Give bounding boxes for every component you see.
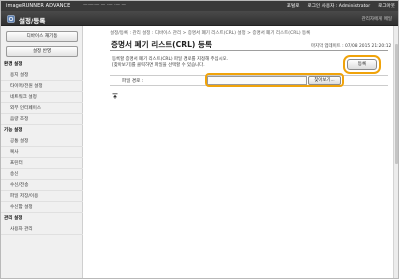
scrollbar-thumb[interactable] (395, 44, 398, 164)
instruction-line-2: [찾아보기]를 클릭하면 파일을 선택할 수 있습니다. (112, 63, 205, 68)
sidebar-section-admin: 관리 설정 (4, 216, 23, 221)
sidebar-item-interface[interactable]: 외부 인터페이스 (1, 103, 83, 114)
top-bar: imageRUNNER ADVANCE —·—·— — ·— ·— — 포털로 … (1, 1, 398, 11)
logout-link[interactable]: 로그아웃 (378, 3, 395, 9)
sidebar: 디바이스 재기동 설정 반영 환경 설정 용지 설정 타이머/전원 설정 네트워… (1, 26, 83, 278)
sidebar-item-timer[interactable]: 타이머/전원 설정 (1, 81, 83, 92)
sidebar-item-paper[interactable]: 용지 설정 (1, 70, 83, 81)
sidebar-item-copy[interactable]: 복사 (1, 147, 83, 158)
breadcrumb[interactable]: 설정/등록 : 관리 설정 : 디바이스 관리 > 증명서 폐기 리스트(CRL… (110, 30, 310, 36)
instructions: 등록할 증명서 폐기 리스트(CRL) 파일 경로를 지정해 주십시오. [찾아… (112, 57, 228, 69)
header-ribbon: 설정/등록 관리자에게 메일 (1, 11, 398, 26)
top-right-links: 포털로 로그인 사용자 : Administrator 로그아웃 (287, 3, 395, 9)
portal-link[interactable]: 포털로 (287, 3, 300, 9)
page-title: 증명서 폐기 리스트(CRL) 등록 (111, 40, 212, 49)
file-path-label: 파일 경로 : (122, 79, 144, 84)
brand-name: imageRUNNER ADVANCE (6, 3, 71, 9)
divider (110, 50, 388, 51)
admin-mail-link[interactable]: 관리자에게 메일 (362, 16, 392, 22)
scrollbar[interactable] (393, 26, 398, 278)
sidebar-item-common[interactable]: 공통 설정 (1, 136, 83, 147)
browser-window: imageRUNNER ADVANCE —·—·— — ·— ·— — 포털로 … (0, 0, 399, 279)
register-button[interactable]: 등록 (343, 55, 381, 74)
login-user-label: 로그인 사용자 : Administrator (307, 4, 371, 9)
device-manage-button[interactable]: 디바이스 재기동 (6, 31, 78, 42)
apply-settings-button[interactable]: 설정 반영 (6, 46, 78, 57)
sidebar-item-user-manage[interactable]: 사용자 관리 (1, 224, 83, 235)
sidebar-item-receive[interactable]: 수신/전송 (1, 180, 83, 191)
sidebar-menu: 환경 설정 용지 설정 타이머/전원 설정 네트워크 설정 외부 인터페이스 음… (1, 59, 83, 235)
device-name: —·—·— — ·— ·— — (83, 3, 126, 8)
settings-home-icon (7, 14, 15, 23)
sidebar-item-printer[interactable]: 프린터 (1, 158, 83, 169)
last-updated-timestamp: 마지막 업데이트 : 07/08 2015 21:20:12 (311, 44, 392, 49)
sidebar-item-network[interactable]: 네트워크 설정 (1, 92, 83, 103)
main-content: 설정/등록 : 관리 설정 : 디바이스 관리 > 증명서 폐기 리스트(CRL… (85, 26, 395, 278)
sidebar-item-send[interactable]: 송신 (1, 169, 83, 180)
sidebar-item-volume[interactable]: 음량 조정 (1, 114, 83, 125)
sidebar-item-file-store[interactable]: 파일 저장/이용 (1, 191, 83, 202)
page-section-title: 설정/등록 (19, 16, 46, 25)
file-selector-highlight (205, 73, 344, 87)
sidebar-section-function: 기능 설정 (4, 128, 23, 133)
sidebar-item-inbox[interactable]: 수신함 설정 (1, 202, 83, 213)
sidebar-section-env: 환경 설정 (4, 62, 23, 67)
scroll-to-top-icon[interactable] (112, 93, 118, 99)
